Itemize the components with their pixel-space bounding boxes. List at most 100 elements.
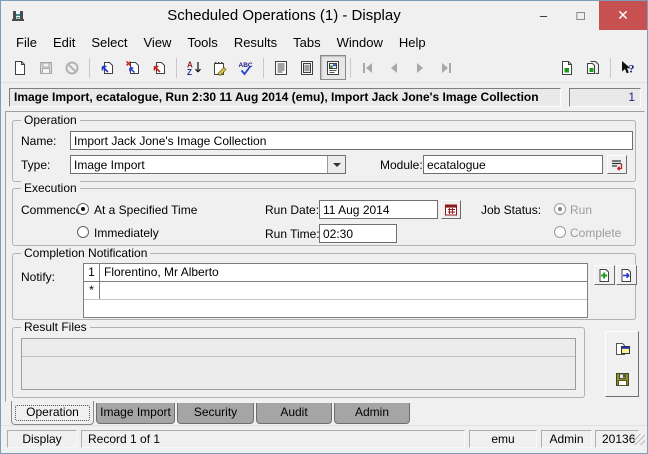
commence-label: Commence: (21, 203, 86, 217)
status-user: Admin (541, 430, 592, 448)
radio-specified-time-label[interactable]: At a Specified Time (94, 203, 197, 217)
page-view-icon (325, 60, 341, 76)
status-mode: Display (7, 430, 77, 448)
run-time-input[interactable] (319, 224, 397, 243)
retrieve-set-button[interactable] (580, 55, 606, 80)
toolbar-separator (89, 58, 90, 78)
previous-record-icon (386, 60, 402, 76)
notify-add-button[interactable] (594, 265, 615, 285)
status-bar: Display Record 1 of 1 emu Admin 20136 (1, 425, 647, 453)
result-files-group: Result Files (12, 327, 585, 398)
last-record-icon (438, 60, 454, 76)
sort-az-icon: AZ (186, 60, 202, 76)
radio-job-run (554, 203, 566, 215)
run-time-label: Run Time: (265, 227, 320, 241)
notify-row-new[interactable]: * (84, 282, 587, 300)
menu-tools[interactable]: Tools (179, 33, 225, 52)
menu-view[interactable]: View (136, 33, 180, 52)
module-attach-button[interactable] (607, 155, 627, 174)
radio-immediately[interactable] (77, 226, 89, 238)
result-files-legend: Result Files (21, 320, 90, 334)
first-record-icon (360, 60, 376, 76)
module-input[interactable] (423, 155, 603, 174)
menu-tabs[interactable]: Tabs (285, 33, 328, 52)
name-input[interactable] (70, 131, 633, 150)
title-bar: Scheduled Operations (1) - Display – □ ✕ (1, 1, 647, 31)
notify-row-number: 1 (84, 264, 100, 281)
menu-results[interactable]: Results (226, 33, 285, 52)
save-disk-icon (38, 60, 54, 76)
result-files-list[interactable] (21, 338, 576, 390)
page-arrow-right-icon (619, 268, 634, 283)
new-page-icon (12, 60, 28, 76)
radio-job-complete-label: Complete (570, 226, 621, 240)
help-pointer-icon: ? (619, 60, 637, 76)
tab-operation[interactable]: Operation (11, 401, 94, 425)
menu-bar: File Edit Select View Tools Results Tabs… (2, 31, 646, 53)
app-window: Scheduled Operations (1) - Display – □ ✕… (0, 0, 648, 454)
run-date-input[interactable] (319, 200, 438, 219)
tab-security[interactable]: Security (177, 403, 254, 424)
notepad-pencil-icon (212, 60, 228, 76)
resize-grip[interactable] (634, 434, 645, 445)
result-files-button-panel (605, 331, 639, 397)
operation-legend: Operation (21, 113, 80, 127)
notify-row-number: * (84, 282, 100, 299)
spell-check-icon: ABC (238, 60, 254, 76)
calendar-button[interactable] (441, 200, 461, 219)
radio-specified-time[interactable] (77, 203, 89, 215)
type-select[interactable]: Image Import (70, 155, 346, 174)
page-blue-arrow-icon (99, 60, 115, 76)
notify-attach-button[interactable] (616, 265, 637, 285)
page-green-square-icon (559, 60, 575, 76)
edit-button[interactable] (207, 55, 233, 80)
notify-grid[interactable]: 1 Florentino, Mr Alberto * (83, 263, 588, 318)
svg-text:ABC: ABC (239, 62, 253, 69)
page-red-arrow-icon (151, 60, 167, 76)
details-view-button[interactable] (294, 55, 320, 80)
emu-logo-icon (10, 8, 26, 24)
pages-green-square-icon (585, 60, 601, 76)
previous-record-button (381, 55, 407, 80)
toolbar-separator (176, 58, 177, 78)
menu-file[interactable]: File (8, 33, 45, 52)
run-date-label: Run Date: (265, 203, 319, 217)
menu-window[interactable]: Window (329, 33, 391, 52)
ditto-tab-button[interactable] (120, 55, 146, 80)
retrieve-current-button[interactable] (554, 55, 580, 80)
spell-check-button[interactable]: ABC (233, 55, 259, 80)
menu-edit[interactable]: Edit (45, 33, 83, 52)
tab-image-import[interactable]: Image Import (96, 403, 175, 424)
tab-audit[interactable]: Audit (256, 403, 332, 424)
menu-help[interactable]: Help (391, 33, 434, 52)
list-view-button[interactable] (268, 55, 294, 80)
cancel-icon (64, 60, 80, 76)
view-result-file-button[interactable] (610, 336, 634, 362)
notify-cell-value[interactable]: Florentino, Mr Alberto (100, 264, 587, 281)
ditto-record-button[interactable] (146, 55, 172, 80)
save-result-file-button[interactable] (610, 366, 634, 392)
ditto-field-button[interactable] (94, 55, 120, 80)
status-record: Record 1 of 1 (81, 430, 465, 448)
close-button[interactable]: ✕ (599, 1, 647, 30)
completion-notification-legend: Completion Notification (21, 246, 150, 260)
menu-select[interactable]: Select (83, 33, 135, 52)
chevron-down-icon[interactable] (327, 156, 345, 173)
status-number: 20136 (595, 430, 639, 448)
context-help-button[interactable]: ? (615, 55, 641, 80)
new-record-button[interactable] (7, 55, 33, 80)
page-view-button[interactable] (320, 55, 346, 80)
notify-cell-value[interactable] (100, 282, 587, 299)
radio-immediately-label[interactable]: Immediately (94, 226, 159, 240)
minimize-button[interactable]: – (525, 1, 562, 30)
sort-button[interactable]: AZ (181, 55, 207, 80)
radio-job-complete (554, 226, 566, 238)
file-viewer-icon (614, 341, 631, 358)
notify-row[interactable]: 1 Florentino, Mr Alberto (84, 264, 587, 282)
notify-label: Notify: (21, 270, 55, 284)
maximize-button[interactable]: □ (562, 1, 599, 30)
execution-legend: Execution (21, 181, 80, 195)
tab-admin[interactable]: Admin (334, 403, 410, 424)
toolbar-separator (263, 58, 264, 78)
svg-text:Z: Z (187, 68, 192, 76)
